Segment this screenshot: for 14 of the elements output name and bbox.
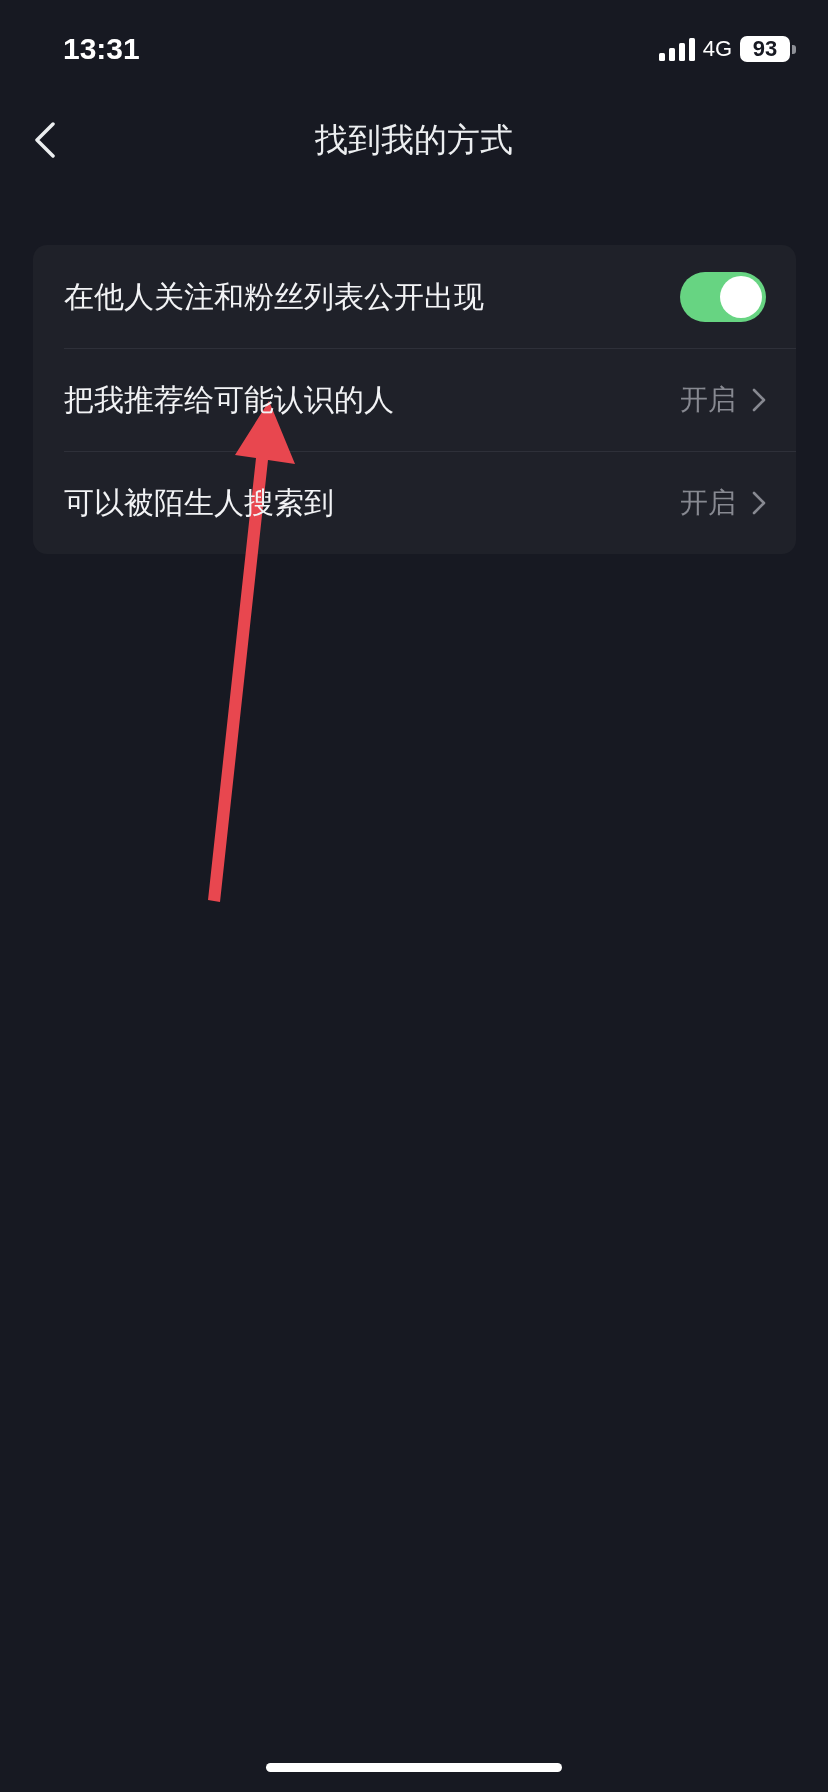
setting-label[interactable]: 把我推荐给可能认识的人 bbox=[64, 382, 394, 418]
network-type: 4G bbox=[702, 38, 732, 60]
chevron-right-icon[interactable] bbox=[752, 491, 766, 515]
chevron-right-icon[interactable] bbox=[752, 388, 766, 412]
battery-tip-icon bbox=[792, 44, 796, 54]
toggle-switch[interactable] bbox=[680, 271, 766, 322]
page-title: 找到我的方式 bbox=[315, 120, 513, 160]
battery-level: 93 bbox=[740, 36, 790, 62]
back-icon[interactable] bbox=[34, 122, 56, 158]
setting-label[interactable]: 在他人关注和粉丝列表公开出现 bbox=[64, 278, 484, 315]
setting-value: 开启 bbox=[680, 383, 736, 417]
setting-value: 开启 bbox=[680, 486, 736, 520]
status-time: 13:31 bbox=[63, 34, 140, 64]
signal-icon bbox=[658, 37, 695, 61]
